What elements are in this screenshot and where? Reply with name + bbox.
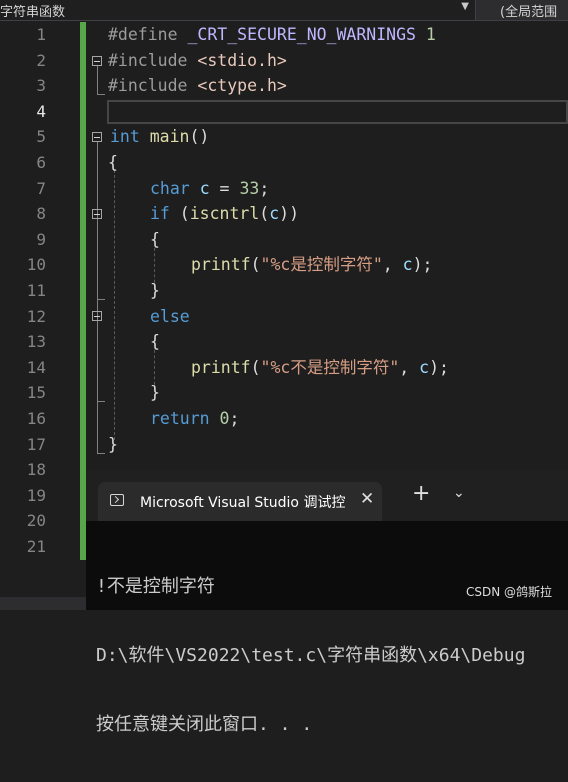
line-number: 12 bbox=[26, 306, 46, 326]
code-line-16: return 0; bbox=[150, 409, 240, 428]
code-line-7: char c = 33; bbox=[150, 178, 270, 198]
console-tab[interactable]: Microsoft Visual Studio 调试控制台 ✕ bbox=[98, 482, 382, 521]
line-number: 13 bbox=[26, 332, 46, 352]
line-number: 17 bbox=[26, 434, 46, 454]
console-output[interactable]: !不是控制字符 D:\软件\VS2022\test.c\字符串函数\x64\De… bbox=[96, 529, 525, 782]
line-number: 4 bbox=[36, 101, 46, 121]
line-number: 2 bbox=[36, 50, 46, 70]
line-number: 10 bbox=[26, 255, 46, 275]
line-number: 16 bbox=[26, 409, 46, 428]
line-number: 6 bbox=[36, 153, 46, 172]
outline-line bbox=[97, 219, 98, 299]
line-number: 9 bbox=[36, 229, 46, 249]
code-line-2: #include <stdio.h> bbox=[108, 50, 287, 70]
code-line-9: { bbox=[150, 229, 160, 249]
line-number: 14 bbox=[26, 357, 46, 377]
outline-line bbox=[97, 66, 98, 94]
code-line-6: { bbox=[108, 153, 118, 172]
console-tab-title: Microsoft Visual Studio 调试控制台 bbox=[140, 495, 346, 511]
code-line-12: else bbox=[150, 306, 190, 326]
line-number: 19 bbox=[26, 485, 46, 505]
code-line-15: } bbox=[150, 383, 160, 403]
dropdown-arrow-icon[interactable]: ▼ bbox=[461, 1, 469, 12]
line-number: 3 bbox=[36, 76, 46, 96]
fold-toggle-icon[interactable] bbox=[92, 311, 102, 321]
scope-dropdown[interactable]: 字符串函数 ▼ bbox=[0, 0, 476, 20]
navigation-bar: 字符串函数 ▼ (全局范围 bbox=[0, 0, 568, 21]
chevron-down-icon[interactable]: ⌄ bbox=[453, 485, 465, 501]
scope-dropdown-label: 字符串函数 bbox=[0, 5, 66, 20]
line-number: 18 bbox=[26, 460, 46, 480]
fold-toggle-icon[interactable] bbox=[92, 209, 102, 219]
code-line-10: printf("%c是控制字符", c); bbox=[191, 255, 433, 275]
line-number: 11 bbox=[26, 281, 46, 300]
line-number: 7 bbox=[36, 178, 46, 198]
code-line-3: #include <ctype.h> bbox=[108, 76, 287, 96]
console-output-line: !不是控制字符 bbox=[96, 576, 215, 597]
code-line-8: if (iscntrl(c)) bbox=[150, 204, 300, 224]
line-number: 8 bbox=[36, 204, 46, 224]
code-line-13: { bbox=[150, 332, 160, 352]
code-line-11: } bbox=[150, 281, 160, 300]
outline-end bbox=[97, 401, 105, 402]
fold-toggle-icon[interactable] bbox=[92, 56, 102, 66]
fold-toggle-icon[interactable] bbox=[92, 132, 102, 142]
line-number: 5 bbox=[36, 127, 46, 147]
status-strip bbox=[0, 597, 86, 610]
indent-guide bbox=[114, 170, 115, 440]
current-line-highlight bbox=[107, 100, 568, 124]
code-line-5: int main() bbox=[110, 127, 210, 147]
line-number: 20 bbox=[26, 511, 46, 531]
watermark: CSDN @鸽斯拉 bbox=[465, 585, 552, 599]
outline-end bbox=[97, 299, 105, 300]
outline-end bbox=[97, 453, 105, 454]
outline-line bbox=[97, 321, 98, 401]
line-number: 1 bbox=[36, 25, 46, 44]
console-tab-bar: Microsoft Visual Studio 调试控制台 ✕ + ⌄ bbox=[86, 471, 568, 521]
code-line-14: printf("%c不是控制字符", c); bbox=[191, 357, 449, 377]
debug-console-window[interactable]: Microsoft Visual Studio 调试控制台 ✕ + ⌄ !不是控… bbox=[86, 471, 568, 735]
console-output-line: 按任意键关闭此窗口. . . bbox=[96, 714, 313, 735]
close-icon[interactable]: ✕ bbox=[360, 489, 374, 509]
global-scope-dropdown[interactable]: (全局范围 bbox=[500, 1, 557, 20]
new-tab-button[interactable]: + bbox=[412, 483, 430, 505]
console-output-line: D:\软件\VS2022\test.c\字符串函数\x64\Debug bbox=[96, 645, 526, 666]
terminal-icon bbox=[110, 494, 124, 506]
line-number: 15 bbox=[26, 383, 46, 403]
code-line-17: } bbox=[108, 434, 118, 454]
outline-end bbox=[97, 94, 105, 95]
code-line-1: #define _CRT_SECURE_NO_WARNINGS 1 bbox=[108, 25, 436, 44]
line-number: 21 bbox=[26, 537, 46, 556]
